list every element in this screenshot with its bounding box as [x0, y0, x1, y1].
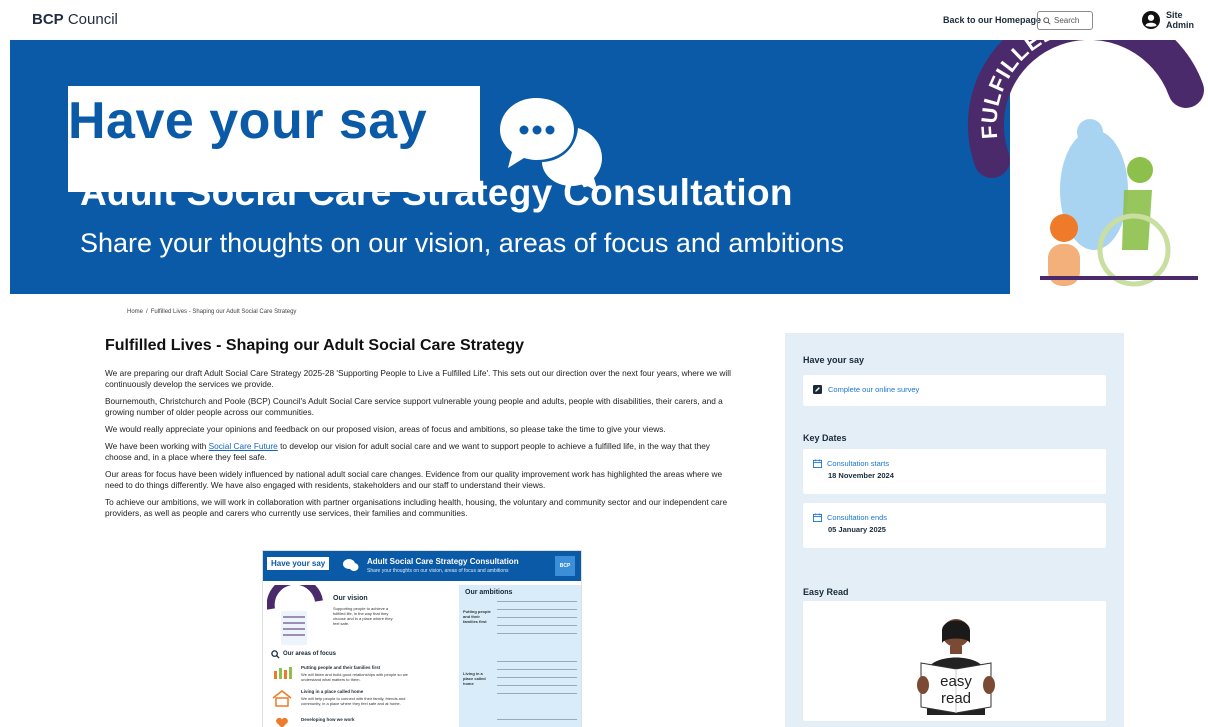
divider	[497, 661, 577, 662]
infographic-title: Adult Social Care Strategy Consultation	[367, 557, 519, 566]
search-icon	[271, 650, 280, 659]
key-dates-heading: Key Dates	[803, 433, 847, 443]
intro-paragraph: We have been working with Social Care Fu…	[105, 441, 710, 462]
divider	[497, 693, 577, 694]
people-icon	[274, 667, 292, 679]
online-survey-link[interactable]: Complete our online survey	[813, 385, 1096, 394]
focus-1-heading: Putting people and their families first	[301, 665, 381, 670]
page-title: Fulfilled Lives - Shaping our Adult Soci…	[105, 337, 525, 354]
edit-icon	[813, 385, 822, 394]
strategy-infographic[interactable]: Have your say Adult Social Care Strategy…	[262, 550, 582, 727]
home-icon	[272, 690, 292, 707]
divider	[497, 677, 577, 678]
divider	[497, 669, 577, 670]
search-input[interactable]: Search	[1037, 11, 1093, 30]
start-label: Consultation starts	[813, 459, 1096, 468]
breadcrumb: Home / Fulfilled Lives - Shaping our Adu…	[127, 309, 296, 315]
infographic-have-your-say: Have your say	[267, 557, 330, 570]
easy-read-card[interactable]: easy read	[803, 601, 1106, 721]
speech-bubble-icon	[343, 559, 359, 571]
fulfilled-lives-mini-logo	[267, 585, 323, 645]
focus-3-heading: Developing how we work	[301, 717, 355, 722]
breadcrumb-separator: /	[146, 309, 148, 315]
divider	[497, 685, 577, 686]
infographic-subtitle: Share your thoughts on our vision, areas…	[367, 568, 509, 574]
sidebar: Have your say Complete our online survey…	[785, 333, 1124, 727]
intro-paragraph: To achieve our ambitions, we will work i…	[105, 497, 728, 518]
divider	[497, 633, 577, 634]
bcp-badge: BCP	[555, 556, 575, 576]
divider	[497, 625, 577, 626]
divider	[497, 617, 577, 618]
banner-blue-panel: Have your say Adult Social Care Strategy…	[10, 40, 1010, 294]
focus-1-text: We will listen and build good relationsh…	[301, 672, 408, 682]
svg-text:FULFILLED LIVES: FULFILLED LIVES	[976, 40, 1140, 140]
areas-of-focus-heading: Our areas of focus	[283, 651, 337, 657]
ambitions-heading: Our ambitions	[465, 589, 513, 596]
heart-icon	[276, 717, 288, 727]
divider	[497, 601, 577, 602]
consultation-end-card: Consultation ends 05 January 2025	[803, 503, 1106, 548]
banner-subtitle: Share your thoughts on our vision, areas…	[80, 228, 844, 258]
consultation-banner: Have your say Adult Social Care Strategy…	[10, 40, 1208, 294]
focus-2-text: We will help people to connect with thei…	[301, 696, 406, 706]
breadcrumb-home-link[interactable]: Home	[127, 309, 143, 315]
svg-text:read: read	[941, 690, 971, 707]
divider	[497, 609, 577, 610]
site-header: BCP Council Back to our Homepage Search …	[0, 0, 1208, 40]
vision-text: Supporting people to achieve a fulfilled…	[333, 606, 393, 626]
end-label: Consultation ends	[813, 513, 1096, 522]
user-menu[interactable]: Site Admin	[1142, 10, 1208, 30]
intro-paragraph: Bournemouth, Christchurch and Poole (BCP…	[105, 396, 723, 417]
infographic-left-column: Our vision Supporting people to achieve …	[267, 585, 455, 727]
svg-text:easy: easy	[940, 673, 972, 690]
breadcrumb-current: Fulfilled Lives - Shaping our Adult Soci…	[150, 309, 297, 315]
focus-2-heading: Living in a place called home	[301, 689, 364, 694]
ambition-1-label: Putting people and their families first	[463, 609, 491, 624]
ambitions-panel: Our ambitions Putting people and their f…	[459, 585, 581, 727]
fulfilled-lives-logo: FULFILLED LIVES	[967, 40, 1204, 287]
user-avatar-icon	[1142, 11, 1160, 29]
search-icon	[1043, 16, 1051, 25]
intro-text: We are preparing our draft Adult Social …	[105, 368, 737, 525]
intro-paragraph: We would really appreciate your opinions…	[105, 424, 666, 434]
banner-title: Adult Social Care Strategy Consultation	[80, 172, 793, 213]
banner-headline: Have your say	[68, 92, 428, 150]
ambition-2-label: Living in a place called home	[463, 671, 486, 686]
end-date: 05 January 2025	[828, 525, 886, 534]
start-date: 18 November 2024	[828, 471, 894, 480]
calendar-icon	[813, 513, 822, 522]
social-care-future-link[interactable]: Social Care Future	[209, 441, 278, 451]
have-your-say-heading: Have your say	[803, 355, 865, 365]
easy-read-heading: Easy Read	[803, 587, 849, 597]
infographic-header: Have your say Adult Social Care Strategy…	[263, 551, 581, 581]
divider	[497, 719, 577, 720]
survey-card: Complete our online survey	[803, 375, 1106, 406]
intro-paragraph: We are preparing our draft Adult Social …	[105, 368, 731, 389]
back-to-homepage-link[interactable]: Back to our Homepage	[943, 15, 1041, 25]
easy-read-illustration: easy read	[917, 619, 995, 715]
vision-heading: Our vision	[333, 595, 368, 602]
calendar-icon	[813, 459, 822, 468]
intro-paragraph: Our areas for focus have been widely inf…	[105, 469, 723, 490]
consultation-start-card: Consultation starts 18 November 2024	[803, 449, 1106, 494]
bcp-council-logo[interactable]: BCP Council	[32, 11, 118, 28]
